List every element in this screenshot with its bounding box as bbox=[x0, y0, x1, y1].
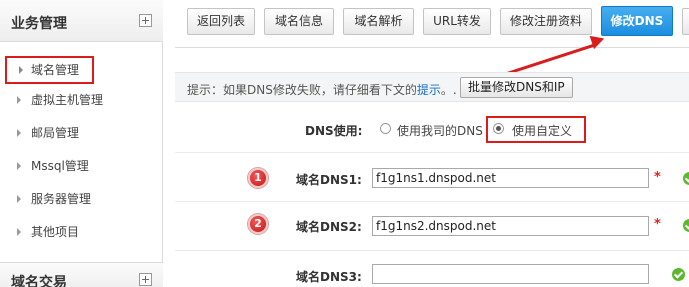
domain-resolve-button[interactable]: 域名解析 bbox=[343, 8, 414, 35]
caret-right-icon bbox=[17, 228, 21, 236]
dns-use-label: DNS使用: bbox=[305, 124, 363, 138]
hint-text: 提示：如果DNS修改失败，请仔细看下文的提示。. bbox=[187, 81, 457, 98]
radio-our-dns-label[interactable]: 使用我司的DNS bbox=[397, 122, 483, 139]
hint-link[interactable]: 提示 bbox=[417, 83, 441, 97]
check-ok-icon bbox=[672, 268, 685, 281]
caret-right-icon bbox=[17, 195, 21, 203]
step-badge-2: 2 bbox=[248, 214, 268, 234]
dns2-row: 2 域名DNS2: * bbox=[175, 203, 689, 251]
dns2-input[interactable] bbox=[372, 216, 649, 236]
back-to-list-button[interactable]: 返回列表 bbox=[187, 8, 255, 35]
sidebar-item-label: 其他项目 bbox=[31, 225, 80, 239]
toolbar: 返回列表 域名信息 域名解析 URL转发 修改注册资料 修改DNS bbox=[175, 0, 689, 48]
hint-suffix: 。. bbox=[440, 83, 457, 97]
expand-plus-icon[interactable] bbox=[139, 14, 152, 27]
sidebar-section-domain-trade[interactable]: 域名交易 bbox=[0, 262, 163, 287]
sidebar-item-label: 虚拟主机管理 bbox=[31, 93, 104, 107]
dns1-input[interactable] bbox=[372, 168, 649, 188]
sidebar-item-label: 服务器管理 bbox=[31, 192, 92, 206]
required-star: * bbox=[654, 170, 661, 185]
caret-right-icon bbox=[17, 129, 21, 137]
sidebar-item-label: Mssql管理 bbox=[31, 159, 89, 173]
required-star: * bbox=[654, 217, 661, 232]
sidebar-item-domain-management[interactable]: 域名管理 bbox=[5, 56, 94, 84]
dns2-label: 域名DNS2: bbox=[296, 220, 362, 234]
sidebar-item-label: 域名管理 bbox=[31, 63, 80, 77]
dns3-label: 域名DNS3: bbox=[296, 270, 362, 284]
domain-info-button[interactable]: 域名信息 bbox=[264, 8, 334, 35]
caret-right-icon bbox=[19, 66, 23, 74]
modify-registration-button[interactable]: 修改注册资料 bbox=[500, 8, 592, 35]
dns1-row: 1 域名DNS1: * bbox=[175, 154, 689, 202]
more-button[interactable] bbox=[682, 8, 689, 35]
sidebar-item-other[interactable]: 其他项目 bbox=[17, 222, 79, 242]
check-ok-icon bbox=[683, 172, 689, 185]
sidebar-section-business[interactable]: 业务管理 bbox=[0, 0, 163, 42]
sidebar-item-mail[interactable]: 邮局管理 bbox=[17, 123, 79, 143]
url-forward-button[interactable]: URL转发 bbox=[423, 8, 491, 35]
sidebar-section-title: 域名交易 bbox=[11, 275, 67, 287]
radio-our-dns[interactable] bbox=[380, 123, 391, 134]
sidebar-item-server[interactable]: 服务器管理 bbox=[17, 189, 91, 209]
sidebar-section-title: 业务管理 bbox=[11, 16, 67, 32]
caret-right-icon bbox=[17, 96, 21, 104]
expand-plus-icon[interactable] bbox=[139, 273, 152, 286]
sidebar: 业务管理 域名管理 虚拟主机管理 邮局管理 Mssql管理 服务器管理 其他项目… bbox=[0, 0, 163, 287]
sidebar-item-label: 邮局管理 bbox=[31, 126, 80, 140]
radio-custom-dns[interactable] bbox=[493, 123, 504, 134]
dns3-input[interactable] bbox=[372, 264, 649, 284]
radio-custom-dns-label[interactable]: 使用自定义 bbox=[512, 122, 572, 139]
check-ok-icon bbox=[683, 219, 689, 232]
caret-right-icon bbox=[17, 162, 21, 170]
dns1-label: 域名DNS1: bbox=[296, 173, 362, 187]
batch-modify-dns-ip-button[interactable]: 批量修改DNS和IP bbox=[460, 77, 573, 98]
hint-prefix: 提示：如果DNS修改失败，请仔细看下文的 bbox=[187, 83, 417, 97]
step-badge-1: 1 bbox=[248, 168, 268, 188]
dns-use-row: DNS使用: 使用我司的DNS 使用自定义 bbox=[175, 103, 689, 153]
annotation-arrow bbox=[506, 43, 595, 75]
sidebar-item-mssql[interactable]: Mssql管理 bbox=[17, 156, 89, 176]
hint-bar: 提示：如果DNS修改失败，请仔细看下文的提示。. 批量修改DNS和IP bbox=[175, 72, 689, 102]
modify-dns-button[interactable]: 修改DNS bbox=[601, 6, 673, 36]
dns3-row: 域名DNS3: bbox=[175, 252, 689, 287]
sidebar-item-virtual-host[interactable]: 虚拟主机管理 bbox=[17, 90, 103, 110]
